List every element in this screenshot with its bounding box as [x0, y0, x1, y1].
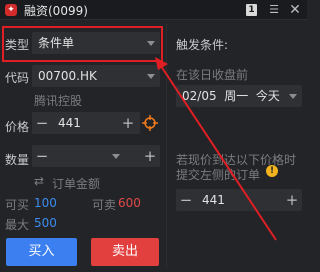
quantity-plus-button[interactable]: + [143, 146, 157, 166]
buyable-label: 可买 [5, 198, 30, 212]
quantity-stepper[interactable]: − + [32, 145, 160, 167]
buy-button[interactable]: 买入 [6, 238, 77, 266]
sellable-value: 600 [118, 196, 141, 210]
trigger-price-plus-button[interactable]: + [285, 190, 299, 210]
date-select[interactable]: 02/05 周一 今天 [176, 85, 302, 107]
code-select[interactable]: 00700.HK [32, 65, 160, 87]
sellable-label: 可卖 [92, 198, 117, 212]
close-icon[interactable]: ✕ [287, 2, 303, 18]
stock-name: 腾讯控股 [34, 94, 83, 108]
window-number-badge[interactable]: 1 [246, 4, 257, 16]
menu-icon[interactable]: ☰ [266, 2, 282, 18]
price-minus-button[interactable]: − [35, 113, 49, 133]
sell-button[interactable]: 卖出 [91, 238, 159, 266]
price-plus-button[interactable]: + [121, 113, 135, 133]
max-label: 最大 [5, 218, 30, 232]
condition-text-line2: 提交左侧的订单 [176, 168, 261, 182]
quantity-label: 数量 [5, 153, 30, 167]
warning-icon[interactable]: ! [266, 165, 278, 177]
target-price-icon[interactable] [142, 115, 158, 131]
valid-before-label: 在该日收盘前 [176, 68, 249, 82]
trigger-price-minus-button[interactable]: − [179, 190, 193, 210]
type-select[interactable]: 条件单 [32, 32, 160, 54]
buyable-value: 100 [34, 196, 57, 210]
chevron-down-icon[interactable] [112, 154, 120, 159]
trigger-conditions-title: 触发条件: [176, 38, 229, 52]
trigger-price-stepper[interactable]: − 441 + [176, 189, 302, 211]
price-stepper[interactable]: − 441 + [32, 112, 140, 134]
code-label: 代码 [5, 71, 30, 85]
quantity-minus-button[interactable]: − [35, 146, 49, 166]
type-label: 类型 [5, 38, 30, 52]
trigger-price-value: 441 [202, 193, 225, 207]
max-value: 500 [34, 216, 57, 230]
chevron-down-icon [289, 94, 297, 99]
date-value: 02/05 周一 今天 [182, 89, 280, 103]
chevron-down-icon [147, 41, 155, 46]
window-title: 融资(0099) [24, 4, 88, 18]
price-label: 价格 [5, 120, 30, 134]
chevron-down-icon [147, 74, 155, 79]
code-value: 00700.HK [38, 69, 97, 83]
panel-divider [166, 24, 167, 268]
title-bar: ✦ 融资(0099) 1 ☰ ✕ [0, 0, 307, 20]
app-logo-icon: ✦ [5, 4, 17, 16]
price-value: 441 [58, 116, 81, 130]
swap-icon: ⇄ [34, 174, 45, 188]
order-amount-label: 订单金额 [52, 177, 101, 191]
type-value: 条件单 [38, 36, 75, 50]
